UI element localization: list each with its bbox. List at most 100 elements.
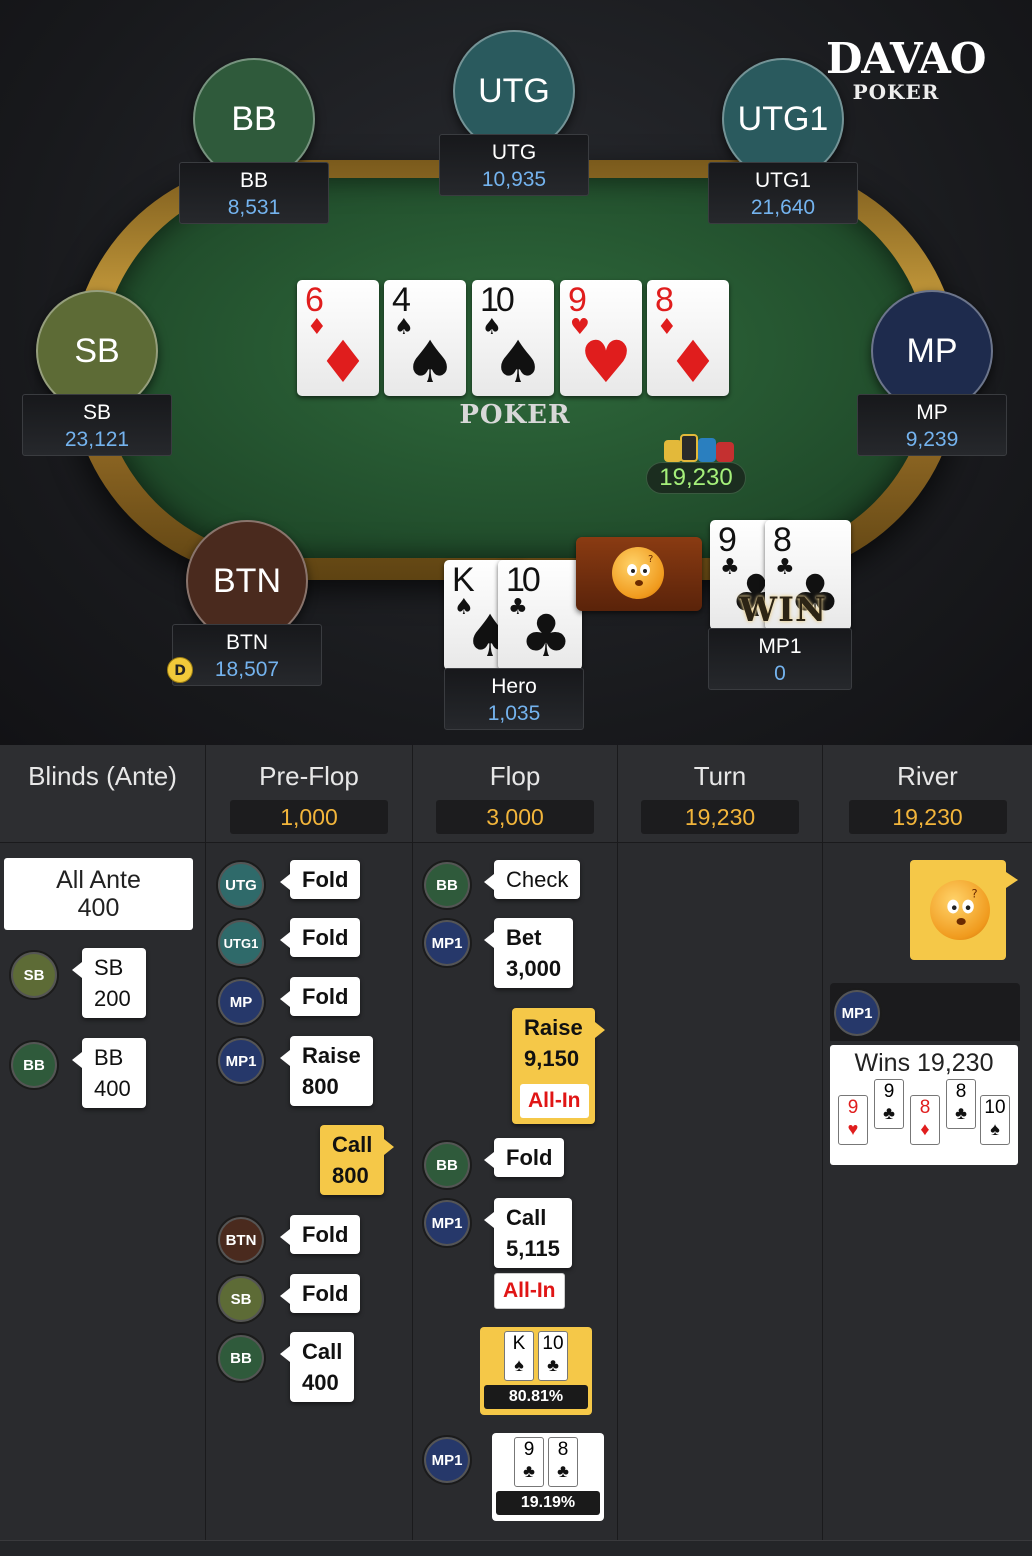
all-in-tag: All-In (520, 1084, 589, 1118)
hero-showdown-box: K ♠ 10 ♣ 80.81% (480, 1327, 592, 1415)
action-line-1: Fold (302, 1281, 349, 1306)
seat-utg1[interactable]: UTG1 UTG1 21,640 (708, 58, 858, 224)
street-pot: 1,000 (230, 800, 388, 834)
seat-bb[interactable]: BB BB 8,531 (179, 58, 329, 224)
mini-suit: ♣ (547, 1355, 559, 1375)
position-badge-bb: BB (422, 1140, 472, 1190)
position-badge-mp: MP (216, 977, 266, 1027)
action-bubble: Fold (279, 918, 361, 957)
svg-text:?: ? (972, 887, 978, 900)
position-badge-bb: BB (422, 860, 472, 910)
mini-suit: ♠ (514, 1355, 524, 1375)
seat-plate: D BTN 18,507 (167, 624, 322, 686)
action-bubble: Fold (279, 977, 361, 1016)
mini-rank: 9 (523, 1439, 535, 1460)
card-suit-large: ♦ (317, 328, 369, 396)
action-line-1: Bet (506, 925, 542, 950)
action-bubble: Raise 800 (280, 1036, 373, 1106)
action-bubble: Call 400 (279, 1332, 355, 1402)
seat-mp[interactable]: MP MP 9,239 (857, 290, 1007, 456)
mp1-showdown-box: 9 ♣ 8 ♣ 19.19% (492, 1433, 604, 1521)
player-stack: 0 (774, 662, 786, 685)
action-line-1: Call (332, 1132, 373, 1157)
player-name: Hero (491, 675, 537, 698)
action-line-1: Fold (302, 1222, 349, 1247)
mini-rank: 9 (847, 1097, 859, 1118)
mini-card: 8 ♣ (548, 1437, 578, 1487)
mini-suit: ♦ (920, 1119, 930, 1139)
seat-plate: MP 9,239 (857, 394, 1007, 456)
position-badge-bb: BB (9, 1040, 59, 1090)
mp1-plate[interactable]: MP1 0 (708, 628, 852, 690)
hero-equity: 80.81% (484, 1385, 588, 1409)
column-label: Turn (693, 761, 747, 791)
mini-card: 9 ♥ (838, 1095, 868, 1145)
seat-utg[interactable]: UTG UTG 10,935 (439, 30, 589, 196)
card-suit-large: ♦ (667, 328, 719, 396)
card-suit-large: ♠ (404, 328, 456, 396)
card-rank: 10 (480, 281, 515, 319)
action-line-2: 9,150 (524, 1046, 580, 1071)
mini-suit: ♣ (557, 1461, 569, 1481)
position-badge-btn: BTN (216, 1215, 266, 1265)
emote-bubble[interactable]: ? (576, 537, 702, 611)
column-label: Blinds (Ante) (28, 761, 177, 791)
action-line-2: 3,000 (506, 956, 562, 981)
action-line-2: 200 (94, 986, 131, 1011)
action-line-1: Raise (302, 1043, 361, 1068)
column-label: Flop (489, 761, 541, 791)
player-name: BTN (226, 631, 268, 654)
mini-suit: ♣ (883, 1103, 895, 1123)
player-stack: 21,640 (750, 196, 816, 219)
confused-face-emoji-icon: ? (930, 880, 990, 940)
position-badge-mp1: MP1 (422, 918, 472, 968)
card-rank: 4 (392, 281, 411, 319)
board-card-3: 10 ♠ ♠ (472, 280, 554, 396)
position-badge-mp1: MP1 (422, 1198, 472, 1248)
mp1-equity: 19.19% (496, 1491, 600, 1515)
action-line-1: BB (94, 1045, 124, 1070)
action-line-2: 800 (332, 1163, 369, 1188)
player-stack: 8,531 (227, 196, 281, 219)
mini-rank: 8 (557, 1439, 569, 1460)
card-suit-large: ♣ (520, 602, 572, 670)
seat-plate: BB 8,531 (179, 162, 329, 224)
mini-card: 8 ♣ (946, 1079, 976, 1129)
confused-face-emoji-icon: ? (612, 547, 664, 599)
dealer-button-icon: D (167, 657, 193, 683)
col-header-preflop[interactable]: Pre-Flop 1,000 (206, 745, 413, 843)
ante-line-2: 400 (77, 894, 120, 922)
ante-line-1: All Ante (56, 866, 141, 894)
action-bubble: BB 400 (72, 1038, 146, 1108)
position-badge-utg1: UTG1 (216, 918, 266, 968)
col-header-flop[interactable]: Flop 3,000 (413, 745, 618, 843)
card-rank: 9 (568, 281, 587, 319)
hero-card-2: 10 ♣ ♣ (498, 560, 582, 670)
action-line-2: 5,115 (506, 1236, 560, 1261)
win-label: WIN (738, 590, 828, 630)
player-stack: 1,035 (487, 702, 541, 725)
action-line-1: SB (94, 955, 124, 980)
mini-rank: 8 (955, 1081, 967, 1102)
col-header-river[interactable]: River 19,230 (823, 745, 1032, 843)
action-line-1: Raise (524, 1015, 583, 1040)
hero-plate[interactable]: Hero 1,035 (444, 668, 584, 730)
position-badge-sb: SB (216, 1274, 266, 1324)
street-pot: 19,230 (848, 800, 1007, 834)
seat-btn[interactable]: BTN D BTN 18,507 (167, 520, 322, 686)
poker-table-area: DAVAO POKER POKER BB BB 8,531 UTG UTG 10… (0, 0, 1032, 745)
col-header-turn[interactable]: Turn 19,230 (618, 745, 823, 843)
action-line-1: Call (302, 1339, 343, 1364)
mini-card: 9 ♣ (514, 1437, 544, 1487)
card-suit-large: ♥ (580, 328, 632, 396)
player-name: SB (82, 401, 111, 424)
wins-text: Wins 19,230 (854, 1049, 994, 1077)
player-name: MP1 (758, 635, 802, 658)
svg-text:?: ? (648, 554, 653, 565)
seat-sb[interactable]: SB SB 23,121 (22, 290, 172, 456)
mini-rank: 10 (984, 1097, 1006, 1118)
street-pot: 19,230 (641, 800, 799, 834)
board-card-1: 6 ♦ ♦ (297, 280, 379, 396)
position-badge-mp1: MP1 (832, 988, 882, 1038)
hero-emote-box: ? (910, 860, 1006, 960)
